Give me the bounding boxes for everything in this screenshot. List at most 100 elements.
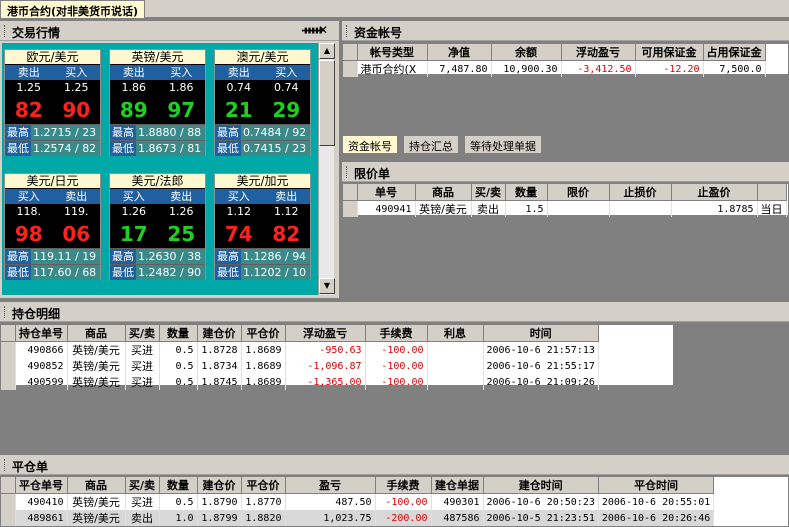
drag-grip-icon[interactable] [4,306,7,318]
column-header[interactable]: 可用保证金 [635,44,704,61]
column-header[interactable]: 净值 [427,44,492,61]
scroll-thumb[interactable] [319,60,335,146]
table-row[interactable]: 490599 英镑/美元 买进 0.5 1.8745 1.8689 -1,365.00 -10… [1,374,599,390]
column-header[interactable]: 手续费 [375,477,432,494]
header-row: 帐号类型 净值 余额 浮动盈亏 可用保证金 占用保证金 [343,44,766,61]
drag-grip-icon[interactable] [4,25,7,37]
sell-price-pips[interactable]: 74 [215,220,263,248]
table-cell: 1.8728 [197,341,242,358]
table-row[interactable]: 490941 英镑/美元 卖出 1.5 1.8785 当日 [343,200,787,217]
sell-label: 买入 [122,190,145,203]
column-header[interactable]: 平仓时间 [598,477,715,494]
sell-price-pips[interactable]: 17 [110,220,158,248]
quote-prefix-row: 1.86 1.86 [110,80,205,96]
high-value: 1.8880 / 88 [136,125,205,140]
column-header[interactable]: 平仓价 [241,477,286,494]
sell-price-pips[interactable]: 98 [5,220,53,248]
column-header[interactable]: 限价 [547,184,610,201]
scroll-up-icon[interactable]: ▲ [319,43,335,59]
sell-label: 卖出 [17,66,40,79]
table-cell: 0.5 [159,374,198,390]
table-row[interactable]: 490852 英镑/美元 买进 0.5 1.8734 1.8689 -1,096.87 -10… [1,358,599,374]
table-row[interactable]: 489861 英镑/美元 卖出 1.0 1.8799 1.8820 1,023.75 -200… [1,510,715,526]
table-cell: 7,500.0 [703,60,766,77]
column-header[interactable]: 建仓时间 [483,477,599,494]
low-value: 1.8673 / 81 [136,141,205,156]
table-cell: 买进 [125,493,160,510]
quote-card[interactable]: 美元/日元 买入 卖出 118. 119. 98 06 最高 119.11 / 19 最低 117.… [4,173,101,280]
column-header[interactable]: 建仓价 [197,325,242,342]
limit-orders-header: 限价单 [342,162,789,182]
column-header[interactable]: 买/卖 [125,325,160,342]
buy-price-pips[interactable]: 06 [53,220,101,248]
column-header[interactable]: 数量 [159,477,198,494]
quotes-scrollbar[interactable]: ▲ ▼ [318,43,335,295]
high-label: 最高 [110,249,136,264]
column-header[interactable]: 止盈价 [671,184,758,201]
quote-card[interactable]: 欧元/美元 卖出 买入 1.25 1.25 82 90 最高 1.2715 / 23 最低 1.25… [4,49,101,156]
quote-card[interactable]: 美元/加元 买入 卖出 1.12 1.12 74 82 最高 1.1286 / 94 最低 1.12… [214,173,311,280]
column-header[interactable]: 商品 [67,477,126,494]
buy-price-pips[interactable]: 97 [158,96,206,124]
column-header[interactable]: 浮动盈亏 [285,325,366,342]
sell-price-pips[interactable]: 89 [110,96,158,124]
high-row: 最高 0.7484 / 92 [215,124,310,140]
buy-price-pips[interactable]: 90 [53,96,101,124]
column-header[interactable]: 手续费 [365,325,428,342]
scroll-down-icon[interactable]: ▼ [319,278,335,294]
buy-price-pips[interactable]: 29 [263,96,311,124]
closed-orders-header: 平仓单 [0,455,789,475]
column-header[interactable]: 商品 [67,325,126,342]
sell-price-pips[interactable]: 21 [215,96,263,124]
quote-pair-name: 澳元/美元 [215,50,310,65]
subtab-account[interactable]: 资金帐号 [342,135,398,154]
sell-label: 卖出 [227,66,250,79]
sell-price-pips[interactable]: 82 [5,96,53,124]
table-cell: 1.8820 [241,510,286,526]
column-header[interactable]: 盈亏 [285,477,376,494]
drag-grip-icon[interactable] [4,459,7,471]
buy-price-pips[interactable]: 82 [263,220,311,248]
table-row[interactable]: 港币合约(X 7,487.80 10,900.30 -3,412.50 -12.20 7,… [343,60,766,77]
tab-hkd-contract[interactable]: 港币合约(对非美货币说话) [0,0,146,18]
column-header[interactable]: 买/卖 [125,477,160,494]
column-header[interactable]: 占用保证金 [703,44,766,61]
table-cell: 487586 [431,510,484,526]
column-header[interactable]: 商品 [415,184,472,201]
row-indicator [1,493,16,510]
quote-card[interactable]: 澳元/美元 卖出 买入 0.74 0.74 21 29 最高 0.7484 / 92 最低 0.74… [214,49,311,156]
column-header[interactable]: 单号 [357,184,416,201]
high-value: 1.2630 / 38 [136,249,205,264]
subtab-position-summary[interactable]: 持仓汇总 [403,135,459,154]
column-header[interactable]: 时间 [483,325,599,342]
row-indicator [1,510,16,526]
close-icon[interactable]: ✕ [318,23,328,37]
quote-card[interactable]: 英镑/美元 卖出 买入 1.86 1.86 89 97 最高 1.8880 / 88 最低 1.86… [109,49,206,156]
column-header[interactable] [757,184,787,201]
column-header[interactable]: 建仓价 [197,477,242,494]
quote-card[interactable]: 美元/法郎 买入 卖出 1.26 1.26 17 25 最高 1.2630 / 38 最低 1.24… [109,173,206,280]
drag-grip-icon[interactable] [346,25,349,37]
column-header[interactable]: 买/卖 [471,184,506,201]
column-header[interactable]: 帐号类型 [357,44,428,61]
row-indicator-header [343,44,358,61]
column-header[interactable]: 数量 [505,184,548,201]
column-header[interactable]: 持仓单号 [15,325,68,342]
column-header[interactable]: 余额 [491,44,562,61]
row-indicator-header [343,184,358,201]
table-row[interactable]: 490410 英镑/美元 买进 0.5 1.8790 1.8770 487.50 -100.0… [1,493,715,510]
table-row[interactable]: 490866 英镑/美元 买进 0.5 1.8728 1.8689 -950.63 -100.… [1,341,599,358]
column-header[interactable]: 数量 [159,325,198,342]
limit-orders-grid: 单号 商品 买/卖 数量 限价 止损价 止盈价 490941 英镑/美元 卖出 1.5 1.8785 当… [342,183,789,217]
column-header[interactable]: 平仓价 [241,325,286,342]
column-header[interactable]: 建仓单据 [431,477,484,494]
buy-price-pips[interactable]: 25 [158,220,206,248]
column-header[interactable]: 浮动盈亏 [561,44,636,61]
drag-grip-icon[interactable] [346,166,349,178]
column-header[interactable]: 止损价 [609,184,672,201]
column-header[interactable]: 利息 [427,325,484,342]
table-cell: 英镑/美元 [67,358,126,374]
subtab-pending-orders[interactable]: 等待处理单据 [464,135,542,154]
table-cell: -100.00 [365,374,428,390]
column-header[interactable]: 平仓单号 [15,477,68,494]
